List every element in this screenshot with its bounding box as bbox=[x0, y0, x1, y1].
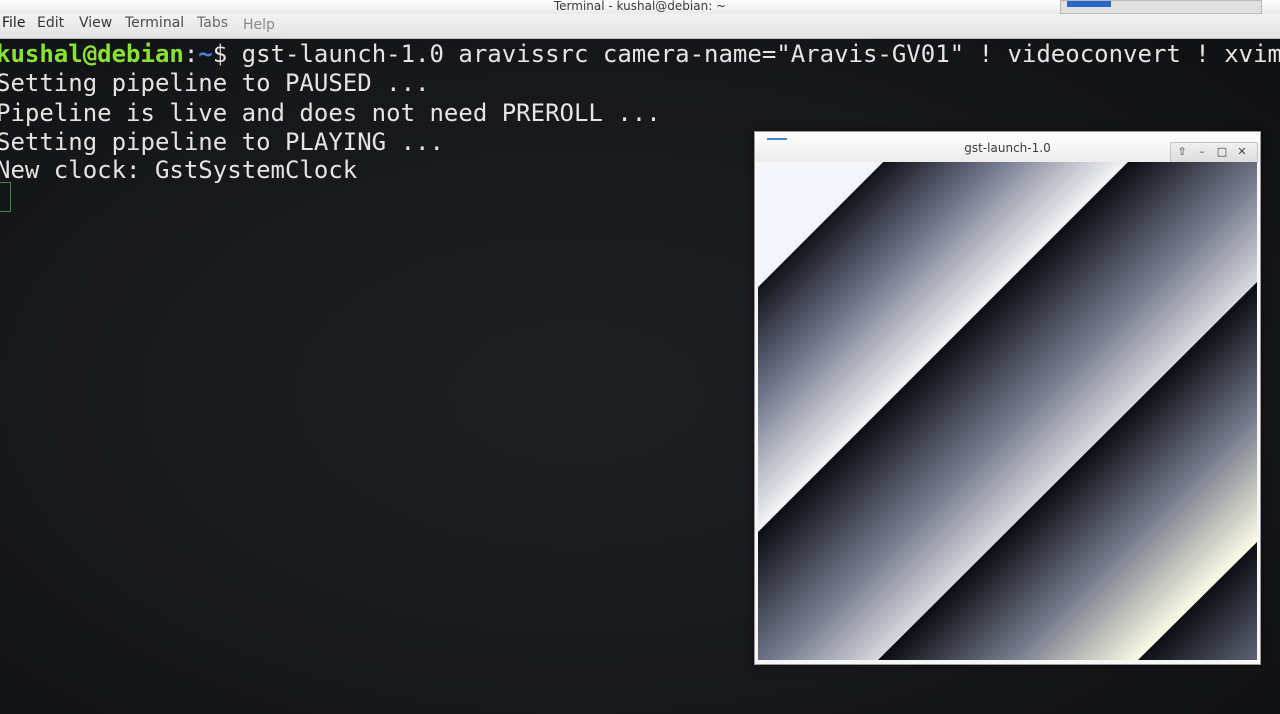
shade-icon[interactable]: ⇧ bbox=[1173, 144, 1191, 160]
command-line: kushal@debian:~$ gst-launch-1.0 aravissr… bbox=[0, 39, 1280, 69]
prompt-user: kushal@debian bbox=[0, 40, 184, 68]
menu-edit[interactable]: Edit bbox=[37, 14, 64, 32]
output-line: Pipeline is live and does not need PRERO… bbox=[0, 99, 661, 127]
terminal-title-bar[interactable]: Terminal - kushal@debian: ~ bbox=[0, 0, 1280, 14]
prompt-separator: : bbox=[183, 40, 199, 68]
window-controls[interactable] bbox=[1060, 0, 1262, 14]
output-line: New clock: GstSystemClock bbox=[0, 156, 358, 184]
minimize-icon[interactable]: – bbox=[1193, 144, 1211, 160]
test-pattern-image bbox=[758, 162, 1257, 660]
screen: Terminal - kushal@debian: ~ File Edit Vi… bbox=[0, 0, 1280, 714]
video-frame bbox=[758, 162, 1257, 660]
output-line: Setting pipeline to PAUSED ... bbox=[0, 69, 430, 97]
menu-view[interactable]: View bbox=[79, 14, 112, 32]
close-icon[interactable]: ✕ bbox=[1233, 144, 1251, 160]
output-line: Setting pipeline to PLAYING ... bbox=[0, 128, 444, 156]
prompt-symbol: $ bbox=[212, 40, 228, 68]
maximize-icon[interactable]: □ bbox=[1213, 144, 1231, 160]
command-text: gst-launch-1.0 aravissrc camera-name="Ar… bbox=[227, 40, 1280, 68]
menu-tabs[interactable]: Tabs bbox=[197, 14, 228, 32]
terminal-cursor bbox=[0, 182, 11, 212]
video-window-title-bar[interactable]: gst-launch-1.0 ⇧ – □ ✕ bbox=[755, 132, 1260, 164]
video-window-controls: ⇧ – □ ✕ bbox=[1170, 142, 1258, 164]
window-menu-icon[interactable] bbox=[767, 138, 787, 140]
menu-help[interactable]: Help bbox=[243, 16, 275, 34]
menu-terminal[interactable]: Terminal bbox=[125, 14, 184, 32]
video-window[interactable]: gst-launch-1.0 ⇧ – □ ✕ bbox=[754, 131, 1261, 665]
prompt-path: ~ bbox=[198, 40, 213, 68]
active-workspace-indicator[interactable] bbox=[1067, 1, 1111, 7]
menu-file[interactable]: File bbox=[2, 14, 25, 32]
menu-bar: File Edit View Terminal Tabs Help bbox=[0, 14, 1280, 39]
